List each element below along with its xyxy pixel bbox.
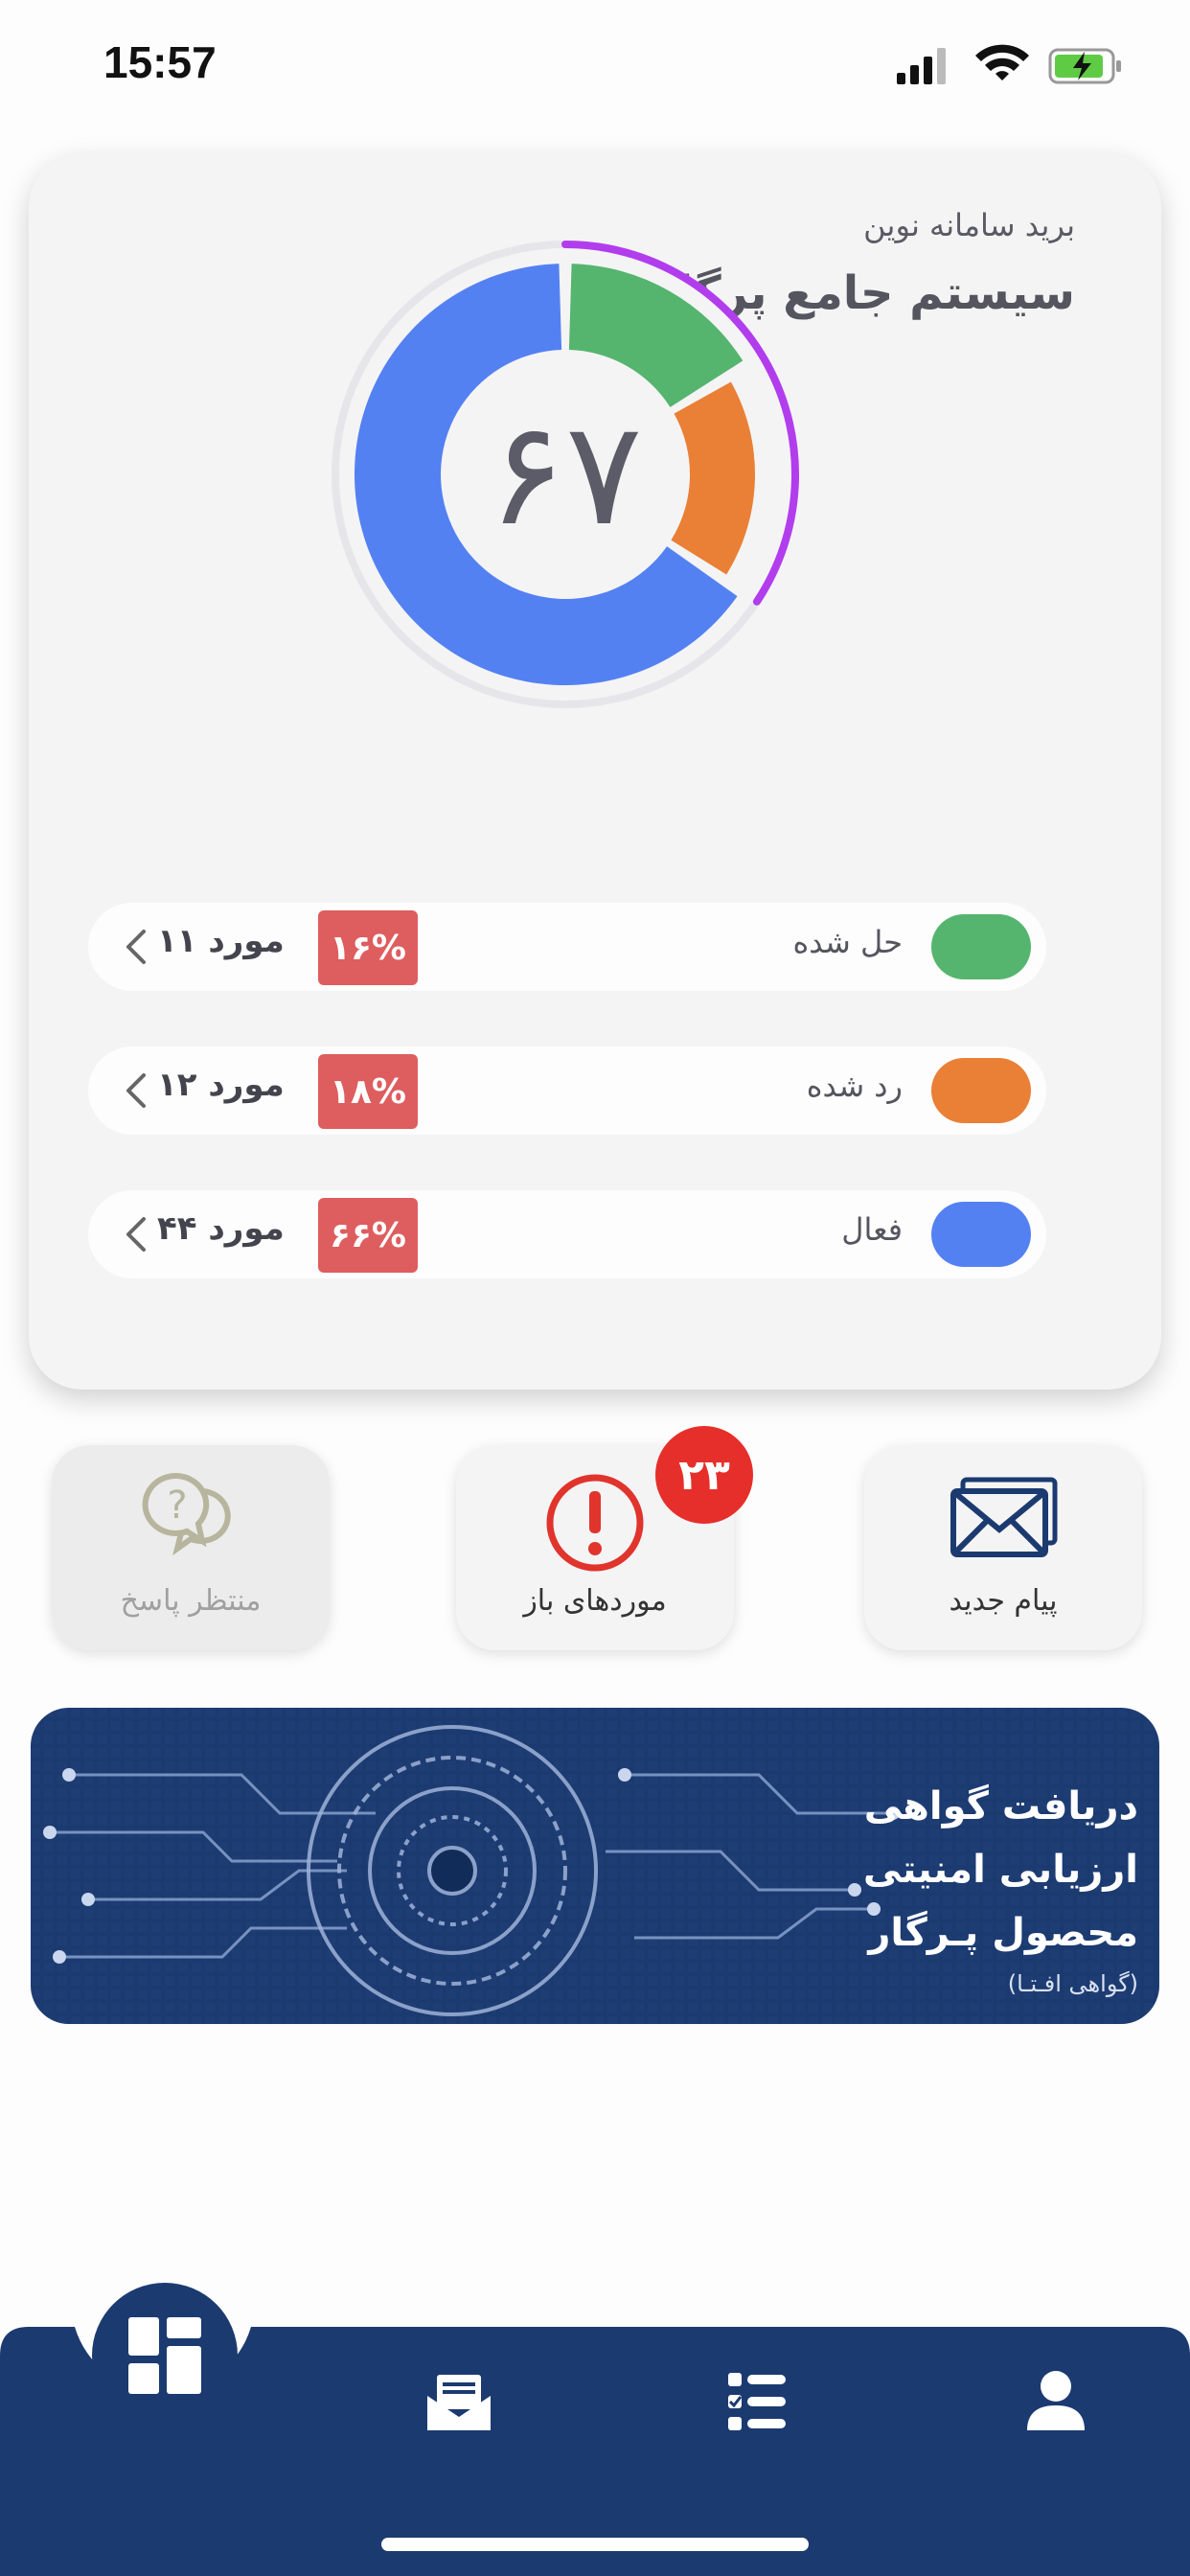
svg-text:?: ? xyxy=(167,1484,187,1528)
legend-label: فعال xyxy=(841,1211,903,1248)
chevron-left-icon xyxy=(126,1217,146,1252)
banner-text: دریافت گواهی ارزیابی امنیتی محصول پـرگار… xyxy=(863,1775,1138,2003)
legend-count: مورد ۴۴ xyxy=(157,1209,285,1248)
home-indicator xyxy=(381,2538,809,2551)
banner-note: (گواهی افـتـا) xyxy=(1007,1970,1138,1997)
legend-color-dot xyxy=(931,1202,1031,1267)
status-time: 15:57 xyxy=(103,37,217,87)
legend-count: مورد ۱۱ xyxy=(157,922,285,960)
total-count: ۶۷ xyxy=(488,391,643,558)
question-bubbles-icon: ? xyxy=(142,1472,231,1556)
banner-line: محصول پـرگار xyxy=(868,1911,1138,1955)
inbox-icon[interactable] xyxy=(425,2371,492,2434)
new-message-tile[interactable]: پیام جدید xyxy=(864,1445,1142,1650)
alert-icon xyxy=(546,1474,644,1572)
envelope-icon xyxy=(950,1477,1058,1557)
battery-charging-icon xyxy=(1048,48,1121,84)
banner-line: دریافت گواهی xyxy=(863,1784,1138,1828)
checklist-icon[interactable] xyxy=(726,2371,788,2432)
certificate-banner[interactable]: دریافت گواهی ارزیابی امنیتی محصول پـرگار… xyxy=(31,1708,1159,2024)
legend-row-resolved[interactable]: حل شده ۱۶% مورد ۱۱ xyxy=(88,903,1046,991)
profile-icon[interactable] xyxy=(1025,2369,1087,2432)
wifi-icon xyxy=(975,44,1029,80)
new-message-label: پیام جدید xyxy=(949,1584,1058,1618)
chevron-left-icon xyxy=(126,930,146,964)
legend-label: حل شده xyxy=(792,924,903,960)
legend-row-active[interactable]: فعال ۶۶% مورد ۴۴ xyxy=(88,1190,1046,1278)
chevron-left-icon xyxy=(126,1073,146,1108)
legend-percent-badge: ۶۶% xyxy=(318,1198,418,1273)
legend-color-dot xyxy=(931,1058,1031,1123)
open-items-label: موردهای باز xyxy=(523,1584,667,1618)
banner-line: ارزیابی امنیتی xyxy=(862,1848,1138,1892)
legend-percent-badge: ۱۸% xyxy=(318,1054,418,1129)
legend-percent-badge: ۱۶% xyxy=(318,910,418,985)
legend-label: رد شده xyxy=(806,1068,903,1104)
awaiting-reply-tile[interactable]: ? منتظر پاسخ xyxy=(52,1445,330,1650)
status-icons xyxy=(897,44,1127,86)
nav-dashboard-button[interactable] xyxy=(92,2283,238,2428)
signal-icon xyxy=(897,48,946,84)
legend-count: مورد ۱۲ xyxy=(157,1066,285,1104)
legend-row-rejected[interactable]: رد شده ۱۸% مورد ۱۲ xyxy=(88,1046,1046,1135)
open-items-count-badge: ۲۳ xyxy=(655,1426,753,1524)
awaiting-reply-label: منتظر پاسخ xyxy=(120,1584,262,1618)
legend-color-dot xyxy=(931,914,1031,979)
card-subtitle: برید سامانه نوین xyxy=(863,207,1075,243)
